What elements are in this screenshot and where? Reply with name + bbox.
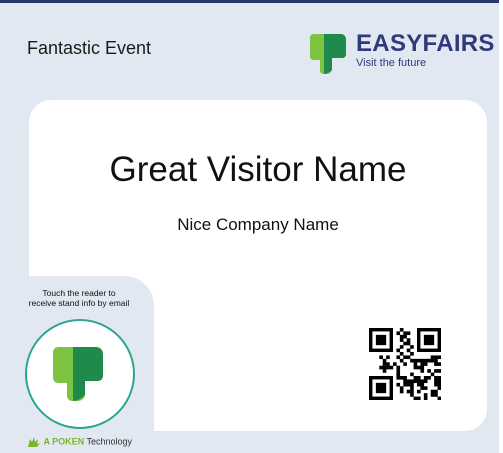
poken-hand-icon [28, 437, 40, 447]
poken-technology: A POKEN Technology [27, 436, 132, 448]
reader-instruction-line2: receive stand info by email [28, 298, 130, 308]
poken-brand-prefix: A POKEN [43, 436, 85, 447]
reader-instruction-line1: Touch the reader to [42, 288, 116, 298]
reader-target[interactable] [25, 319, 135, 429]
top-edge-strip [0, 0, 499, 3]
brand-tagline: Visit the future [356, 57, 427, 69]
poken-brand-suffix: Technology [84, 436, 133, 447]
right-edge-strip [499, 0, 503, 453]
event-title: Fantastic Event [27, 38, 152, 58]
visitor-name: Great Visitor Name [109, 150, 407, 189]
easyfairs-logo-icon [310, 34, 346, 74]
company-name: Nice Company Name [177, 215, 339, 234]
easyfairs-logo: EASYFAIRS Visit the future [306, 30, 496, 76]
brand-name: EASYFAIRS [356, 30, 495, 57]
qr-code-icon [369, 328, 441, 400]
easyfairs-reader-icon [53, 347, 103, 401]
reader-instruction: Touch the reader to receive stand info b… [18, 288, 140, 308]
